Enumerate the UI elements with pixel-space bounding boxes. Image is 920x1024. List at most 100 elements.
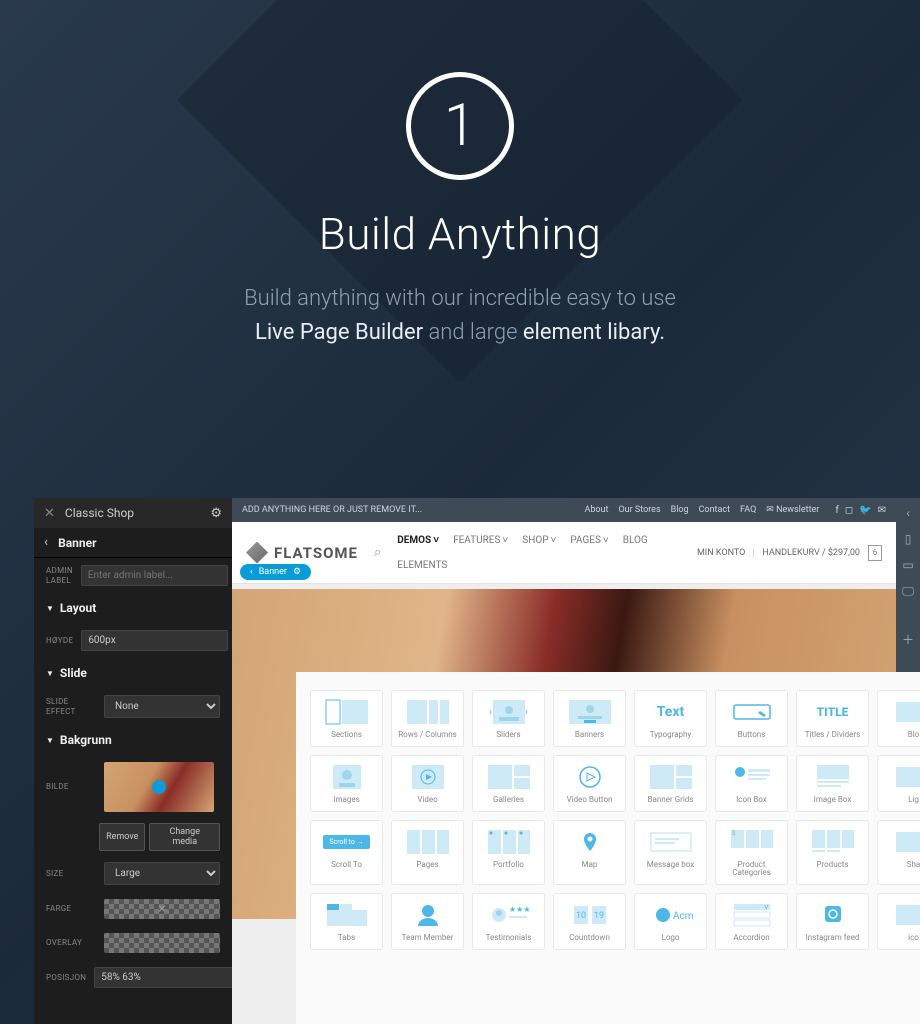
element-scroll-to[interactable]: Scroll to →Scroll To bbox=[310, 820, 383, 886]
element-images[interactable]: Images bbox=[310, 755, 383, 812]
element-message-box[interactable]: Message box bbox=[634, 820, 707, 886]
element-instagram-feed[interactable]: Instagram feed bbox=[796, 893, 869, 950]
element-label: Banner Grids bbox=[648, 796, 694, 805]
overlay-swatch[interactable] bbox=[104, 933, 220, 953]
element-label: Blo bbox=[908, 731, 920, 740]
element-video-button[interactable]: Video Button bbox=[553, 755, 626, 812]
element-label: Icon Box bbox=[736, 796, 767, 805]
admin-label-input[interactable] bbox=[81, 565, 228, 586]
element-label: Sha bbox=[907, 861, 920, 870]
nav-pages[interactable]: PAGES ˅ bbox=[570, 535, 608, 546]
element-label: ico bbox=[908, 934, 919, 943]
element-testimonials[interactable]: ★★★Testimonials bbox=[472, 893, 545, 950]
element-countdown[interactable]: 1019Countdown bbox=[553, 893, 626, 950]
element-icon-box[interactable]: Icon Box bbox=[715, 755, 788, 812]
hero-subtitle: Build anything with our incredible easy … bbox=[0, 282, 920, 350]
element-label: Message box bbox=[647, 861, 695, 870]
link-newsletter[interactable]: ✉ Newsletter bbox=[766, 505, 819, 515]
element-product-categories[interactable]: $Product Categories bbox=[715, 820, 788, 886]
desktop-icon[interactable]: 🖵 bbox=[902, 584, 914, 599]
tablet-icon[interactable]: ▭ bbox=[902, 558, 913, 572]
link-stores[interactable]: Our Stores bbox=[618, 505, 660, 515]
element-sha[interactable]: Sha bbox=[877, 820, 920, 886]
element-label: Pages bbox=[416, 861, 438, 870]
element-buttons[interactable]: Buttons bbox=[715, 690, 788, 747]
element-sliders[interactable]: ‹›Sliders bbox=[472, 690, 545, 747]
bg-image-thumb[interactable] bbox=[104, 762, 214, 812]
element-typography[interactable]: TextTypography bbox=[634, 690, 707, 747]
section-layout[interactable]: ▼Layout bbox=[34, 593, 232, 623]
gear-icon[interactable]: ⚙ bbox=[210, 506, 222, 521]
element-video[interactable]: Video bbox=[391, 755, 464, 812]
element-tabs[interactable]: Tabs bbox=[310, 893, 383, 950]
element-library: Sections Rows / Columns ‹›Sliders Banners Te… bbox=[296, 672, 920, 1024]
site-logo[interactable]: FLATSOME bbox=[246, 542, 358, 564]
nav-features[interactable]: FEATURES ˅ bbox=[453, 535, 508, 546]
link-faq[interactable]: FAQ bbox=[740, 505, 756, 515]
link-blog[interactable]: Blog bbox=[671, 505, 689, 515]
change-media-button[interactable]: Change media bbox=[149, 823, 220, 851]
breadcrumb[interactable]: ‹ Banner bbox=[34, 528, 232, 558]
element-blo[interactable]: Blo bbox=[877, 690, 920, 747]
svg-text:˅: ˅ bbox=[764, 903, 769, 912]
element-label: Portfolio bbox=[493, 861, 524, 870]
size-select[interactable]: Large bbox=[104, 862, 220, 885]
account-area: MIN KONTO HANDLEKURV / $297,00 6 bbox=[697, 545, 882, 561]
nav-elements[interactable]: ELEMENTS bbox=[397, 560, 681, 571]
nav-demos[interactable]: DEMOS ˅ bbox=[397, 535, 439, 546]
twitter-icon[interactable]: 🐦 bbox=[859, 505, 871, 516]
link-about[interactable]: About bbox=[584, 505, 608, 515]
chevron-left-icon[interactable]: ‹ bbox=[44, 535, 48, 550]
color-label: FARGE bbox=[46, 904, 96, 914]
site-topstrip: ADD ANYTHING HERE OR JUST REMOVE IT... A… bbox=[232, 498, 896, 522]
section-slide[interactable]: ▼Slide bbox=[34, 658, 232, 688]
element-label: Logo bbox=[662, 934, 680, 943]
section-background[interactable]: ▼Bakgrunn bbox=[34, 725, 232, 755]
color-swatch[interactable] bbox=[104, 899, 220, 919]
element-label: Galleries bbox=[493, 796, 524, 805]
element-map[interactable]: Map bbox=[553, 820, 626, 886]
element-label: Rows / Columns bbox=[398, 731, 457, 740]
svg-text:‹: ‹ bbox=[489, 707, 492, 718]
element-image-box[interactable]: Image Box bbox=[796, 755, 869, 812]
element-sections[interactable]: Sections bbox=[310, 690, 383, 747]
element-banners[interactable]: Banners bbox=[553, 690, 626, 747]
element-label: Video Button bbox=[567, 796, 613, 805]
edit-tag-banner[interactable]: ‹ Banner ⚙ bbox=[240, 564, 311, 580]
search-icon[interactable]: ⌕ bbox=[374, 545, 381, 560]
nav-shop[interactable]: SHOP ˅ bbox=[522, 535, 556, 546]
account-link[interactable]: MIN KONTO bbox=[697, 548, 745, 558]
remove-button[interactable]: Remove bbox=[99, 823, 145, 851]
element-label: Testimonials bbox=[486, 934, 532, 943]
nav-blog[interactable]: BLOG bbox=[623, 535, 648, 546]
element-banner-grids[interactable]: Banner Grids bbox=[634, 755, 707, 812]
instagram-icon[interactable]: ◻ bbox=[845, 505, 853, 516]
cart-icon[interactable]: 6 bbox=[868, 545, 882, 561]
mobile-icon[interactable]: ▯ bbox=[905, 532, 912, 546]
link-contact[interactable]: Contact bbox=[699, 505, 730, 515]
element-portfolio[interactable]: Portfolio bbox=[472, 820, 545, 886]
element-label: Video bbox=[417, 796, 437, 805]
element-titles-dividers[interactable]: TITLETitles / Dividers bbox=[796, 690, 869, 747]
close-icon[interactable]: ✕ bbox=[44, 506, 55, 521]
height-input[interactable] bbox=[81, 630, 228, 651]
plus-icon[interactable]: ＋ bbox=[902, 631, 914, 648]
element-rows-columns[interactable]: Rows / Columns bbox=[391, 690, 464, 747]
element-team-member[interactable]: Team Member bbox=[391, 893, 464, 950]
element-galleries[interactable]: Galleries bbox=[472, 755, 545, 812]
element-lig[interactable]: Lig bbox=[877, 755, 920, 812]
element-products[interactable]: Products bbox=[796, 820, 869, 886]
element-accordion[interactable]: ˅Accordion bbox=[715, 893, 788, 950]
element-logo[interactable]: AcmeLogo bbox=[634, 893, 707, 950]
element-label: Image Box bbox=[814, 796, 852, 805]
email-icon[interactable]: ✉ bbox=[878, 505, 886, 516]
cart-link[interactable]: HANDLEKURV / $297,00 bbox=[753, 548, 860, 558]
slide-effect-select[interactable]: None bbox=[104, 695, 220, 718]
chevron-left-icon[interactable]: ‹ bbox=[906, 506, 910, 520]
facebook-icon[interactable]: f bbox=[835, 505, 838, 516]
element-label: Typography bbox=[650, 731, 691, 740]
position-input[interactable] bbox=[94, 967, 232, 988]
element-pages[interactable]: Pages bbox=[391, 820, 464, 886]
element-label: Banners bbox=[575, 731, 604, 740]
element-ico[interactable]: ico bbox=[877, 893, 920, 950]
